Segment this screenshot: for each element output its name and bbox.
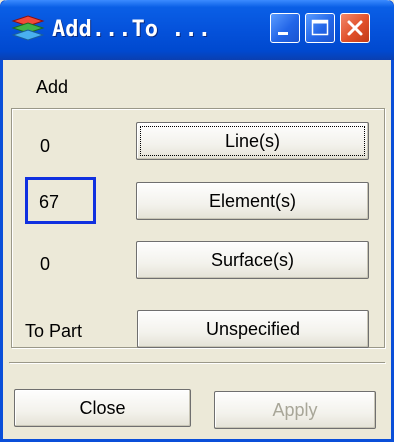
dialog-body: Add 0 Line(s) 67 Element(s) 0 Surface(s)… xyxy=(3,60,391,439)
part-select-button[interactable]: Unspecified xyxy=(137,310,369,348)
highlight-box xyxy=(25,177,96,224)
footer-divider xyxy=(9,362,385,363)
maximize-icon xyxy=(311,19,329,36)
line-count: 0 xyxy=(40,136,51,156)
add-lines-button[interactable]: Line(s) xyxy=(136,122,369,160)
element-count: 67 xyxy=(39,192,60,212)
close-icon xyxy=(347,20,363,36)
to-part-label: To Part xyxy=(25,321,83,341)
close-button[interactable]: Close xyxy=(14,389,191,427)
maximize-button[interactable] xyxy=(305,13,335,43)
add-heading: Add xyxy=(36,77,69,97)
add-to-dialog: Add...To ... Add 0 Line(s) 67 Element(s)… xyxy=(0,0,394,442)
add-elements-button[interactable]: Element(s) xyxy=(136,182,369,220)
layers-icon xyxy=(10,13,46,45)
title-bar[interactable]: Add...To ... xyxy=(0,0,394,60)
minimize-icon xyxy=(278,32,288,35)
add-surfaces-button[interactable]: Surface(s) xyxy=(136,241,369,279)
window-title: Add...To ... xyxy=(52,17,211,42)
apply-button: Apply xyxy=(214,391,376,429)
minimize-button[interactable] xyxy=(270,13,300,43)
surface-count: 0 xyxy=(40,254,51,274)
close-window-button[interactable] xyxy=(340,13,370,43)
